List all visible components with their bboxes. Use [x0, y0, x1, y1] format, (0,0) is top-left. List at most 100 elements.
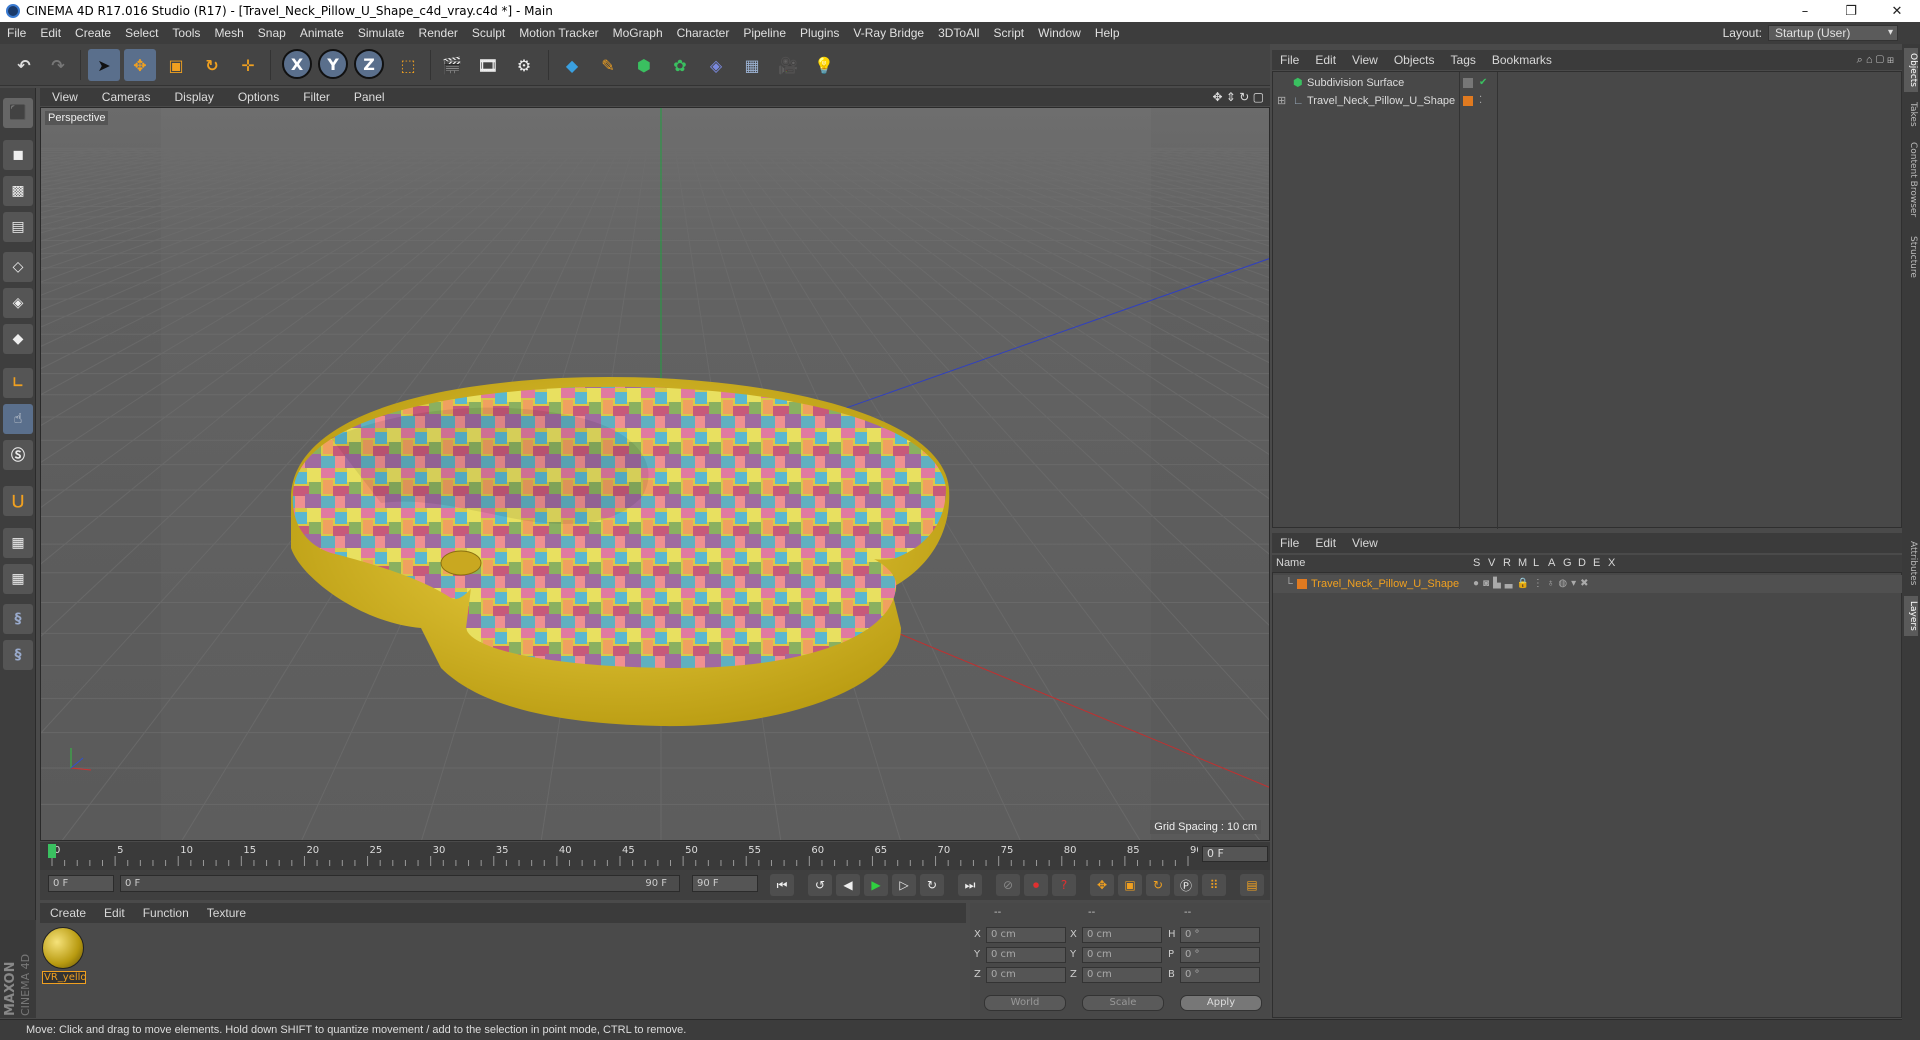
coordinate-system-icon[interactable]: ⬚ [392, 49, 424, 81]
key-rotation-icon[interactable]: ↻ [1146, 874, 1170, 896]
menu-vray-bridge[interactable]: V-Ray Bridge [846, 26, 931, 40]
coordinate-space-select[interactable]: World [984, 995, 1066, 1011]
python-console-icon[interactable]: § [3, 640, 33, 670]
move-tool-icon[interactable]: ✥ [124, 49, 156, 81]
go-to-start-icon[interactable]: ⏮ [770, 874, 794, 896]
enabled-check-icon[interactable]: ✔ [1479, 74, 1487, 92]
menu-edit[interactable]: Edit [33, 26, 68, 40]
menu-window[interactable]: Window [1031, 26, 1088, 40]
previous-frame-icon[interactable]: ◀ [836, 874, 860, 896]
position-x-field[interactable]: 0 cm [986, 927, 1066, 943]
size-mode-select[interactable]: Scale [1082, 995, 1164, 1011]
render-settings-icon[interactable]: ⚙ [508, 49, 540, 81]
floor-scene-icon[interactable]: ▦ [736, 49, 768, 81]
z-axis-lock-icon[interactable]: Z [354, 49, 384, 79]
col-solo[interactable]: S [1473, 555, 1480, 572]
objects-menu-bookmarks[interactable]: Bookmarks [1484, 53, 1560, 67]
menu-create[interactable]: Create [68, 26, 118, 40]
light-bulb-icon[interactable]: 💡 [808, 49, 840, 81]
timeline-window-icon[interactable]: ▤ [1240, 874, 1264, 896]
menu-snap[interactable]: Snap [251, 26, 293, 40]
layers-menu-view[interactable]: View [1344, 536, 1386, 550]
menu-render[interactable]: Render [412, 26, 465, 40]
current-frame-field[interactable]: 0 F [1202, 846, 1268, 862]
perspective-viewport[interactable]: Perspective Grid Spacing : 10 cm [40, 107, 1270, 841]
menu-plugins[interactable]: Plugins [793, 26, 846, 40]
menu-select[interactable]: Select [118, 26, 165, 40]
axis-mode-icon[interactable]: ∟ [3, 368, 33, 398]
col-name[interactable]: Name [1276, 555, 1305, 572]
redo-icon[interactable]: ↷ [42, 49, 74, 81]
objects-menu-view[interactable]: View [1344, 53, 1386, 67]
visibility-dots-icon[interactable]: ⁚ [1479, 92, 1482, 110]
search-icon[interactable]: ⌕ ⌂ ▢ ⊞ [1857, 54, 1894, 67]
workplane-mode-icon[interactable]: ▤ [3, 212, 33, 242]
go-to-end-icon[interactable]: ⏭ [958, 874, 982, 896]
tab-takes[interactable]: Takes [1904, 96, 1918, 132]
menu-3dtoall[interactable]: 3DToAll [931, 26, 986, 40]
layer-color-swatch[interactable] [1297, 579, 1307, 589]
col-deformers[interactable]: D [1578, 555, 1586, 572]
material-swatch[interactable]: VR_yello [42, 927, 86, 985]
menu-file[interactable]: File [0, 26, 33, 40]
magnet-tool-icon[interactable]: ⋃ [3, 486, 33, 516]
object-row-subdivision[interactable]: ⬢ Subdivision Surface ✔ [1273, 74, 1903, 92]
col-render[interactable]: R [1503, 555, 1511, 572]
viewport-menu-cameras[interactable]: Cameras [90, 90, 163, 104]
layers-menu-file[interactable]: File [1272, 536, 1307, 550]
menu-animate[interactable]: Animate [293, 26, 351, 40]
object-row-pillow[interactable]: ⊞ ∟ Travel_Neck_Pillow_U_Shape ⁚ [1273, 92, 1903, 110]
end-frame-field[interactable]: 90 F [692, 875, 758, 892]
model-mode-icon[interactable]: ◼ [3, 140, 33, 170]
play-forward-icon[interactable]: ▶ [864, 874, 888, 896]
undo-icon[interactable]: ↶ [8, 49, 40, 81]
snap-toggle-icon[interactable]: Ⓢ [3, 440, 33, 470]
subdivision-surface-icon[interactable]: ⬢ [628, 49, 660, 81]
tab-layers[interactable]: Layers [1904, 596, 1918, 636]
viewport-camera-label[interactable]: Perspective [45, 111, 109, 125]
timeline-ruler[interactable]: 051015202530354045505560657075808590 [48, 842, 1198, 868]
position-z-field[interactable]: 0 cm [986, 967, 1066, 983]
y-axis-lock-icon[interactable]: Y [318, 49, 348, 79]
position-y-field[interactable]: 0 cm [986, 947, 1066, 963]
col-xref[interactable]: X [1608, 555, 1615, 572]
key-scale-icon[interactable]: ▣ [1118, 874, 1142, 896]
layer-row[interactable]: └ Travel_Neck_Pillow_U_Shape ●◙▙▃🔒⋮♁◍▾✖ [1273, 575, 1903, 593]
size-z-field[interactable]: 0 cm [1082, 967, 1162, 983]
mograph-cloner-icon[interactable]: ✿ [664, 49, 696, 81]
rotation-p-field[interactable]: 0 ° [1180, 947, 1260, 963]
apply-button[interactable]: Apply [1180, 995, 1262, 1011]
layer-toggle-icons[interactable]: ●◙▙▃🔒⋮♁◍▾✖ [1473, 575, 1593, 593]
scale-tool-icon[interactable]: ▣ [160, 49, 192, 81]
select-arrow-icon[interactable]: ➤ [88, 49, 120, 81]
start-frame-field[interactable]: 0 F [48, 875, 114, 892]
tab-attributes[interactable]: Attributes [1904, 534, 1918, 592]
menu-tools[interactable]: Tools [165, 26, 207, 40]
visibility-tag-icon[interactable] [1463, 78, 1473, 88]
menu-simulate[interactable]: Simulate [351, 26, 412, 40]
material-menu-create[interactable]: Create [40, 906, 94, 920]
frame-range-slider[interactable]: 0 F 90 F [120, 875, 680, 892]
viewport-menu-panel[interactable]: Panel [342, 90, 397, 104]
autokey-icon[interactable]: ⏺ [1024, 874, 1048, 896]
python-script-icon[interactable]: § [3, 604, 33, 634]
objects-menu-objects[interactable]: Objects [1386, 53, 1443, 67]
make-editable-icon[interactable]: ⬛ [3, 98, 33, 128]
layers-menu-edit[interactable]: Edit [1307, 536, 1344, 550]
rotation-h-field[interactable]: 0 ° [1180, 927, 1260, 943]
record-keyframe-disabled-icon[interactable]: ⊘ [996, 874, 1020, 896]
viewport-menu-filter[interactable]: Filter [291, 90, 342, 104]
menu-script[interactable]: Script [986, 26, 1031, 40]
menu-mograph[interactable]: MoGraph [606, 26, 670, 40]
col-animation[interactable]: A [1548, 555, 1555, 572]
x-axis-lock-icon[interactable]: X [282, 49, 312, 79]
viewport-menu-display[interactable]: Display [162, 90, 225, 104]
cube-primitive-icon[interactable]: ◆ [556, 49, 588, 81]
key-parameter-icon[interactable]: Ⓟ [1174, 874, 1198, 896]
close-button[interactable]: ✕ [1874, 0, 1920, 22]
size-x-field[interactable]: 0 cm [1082, 927, 1162, 943]
lock-workplane-icon[interactable]: ▦ [3, 528, 33, 558]
viewport-menu-view[interactable]: View [40, 90, 90, 104]
texture-mode-icon[interactable]: ▩ [3, 176, 33, 206]
polygons-mode-icon[interactable]: ◆ [3, 324, 33, 354]
